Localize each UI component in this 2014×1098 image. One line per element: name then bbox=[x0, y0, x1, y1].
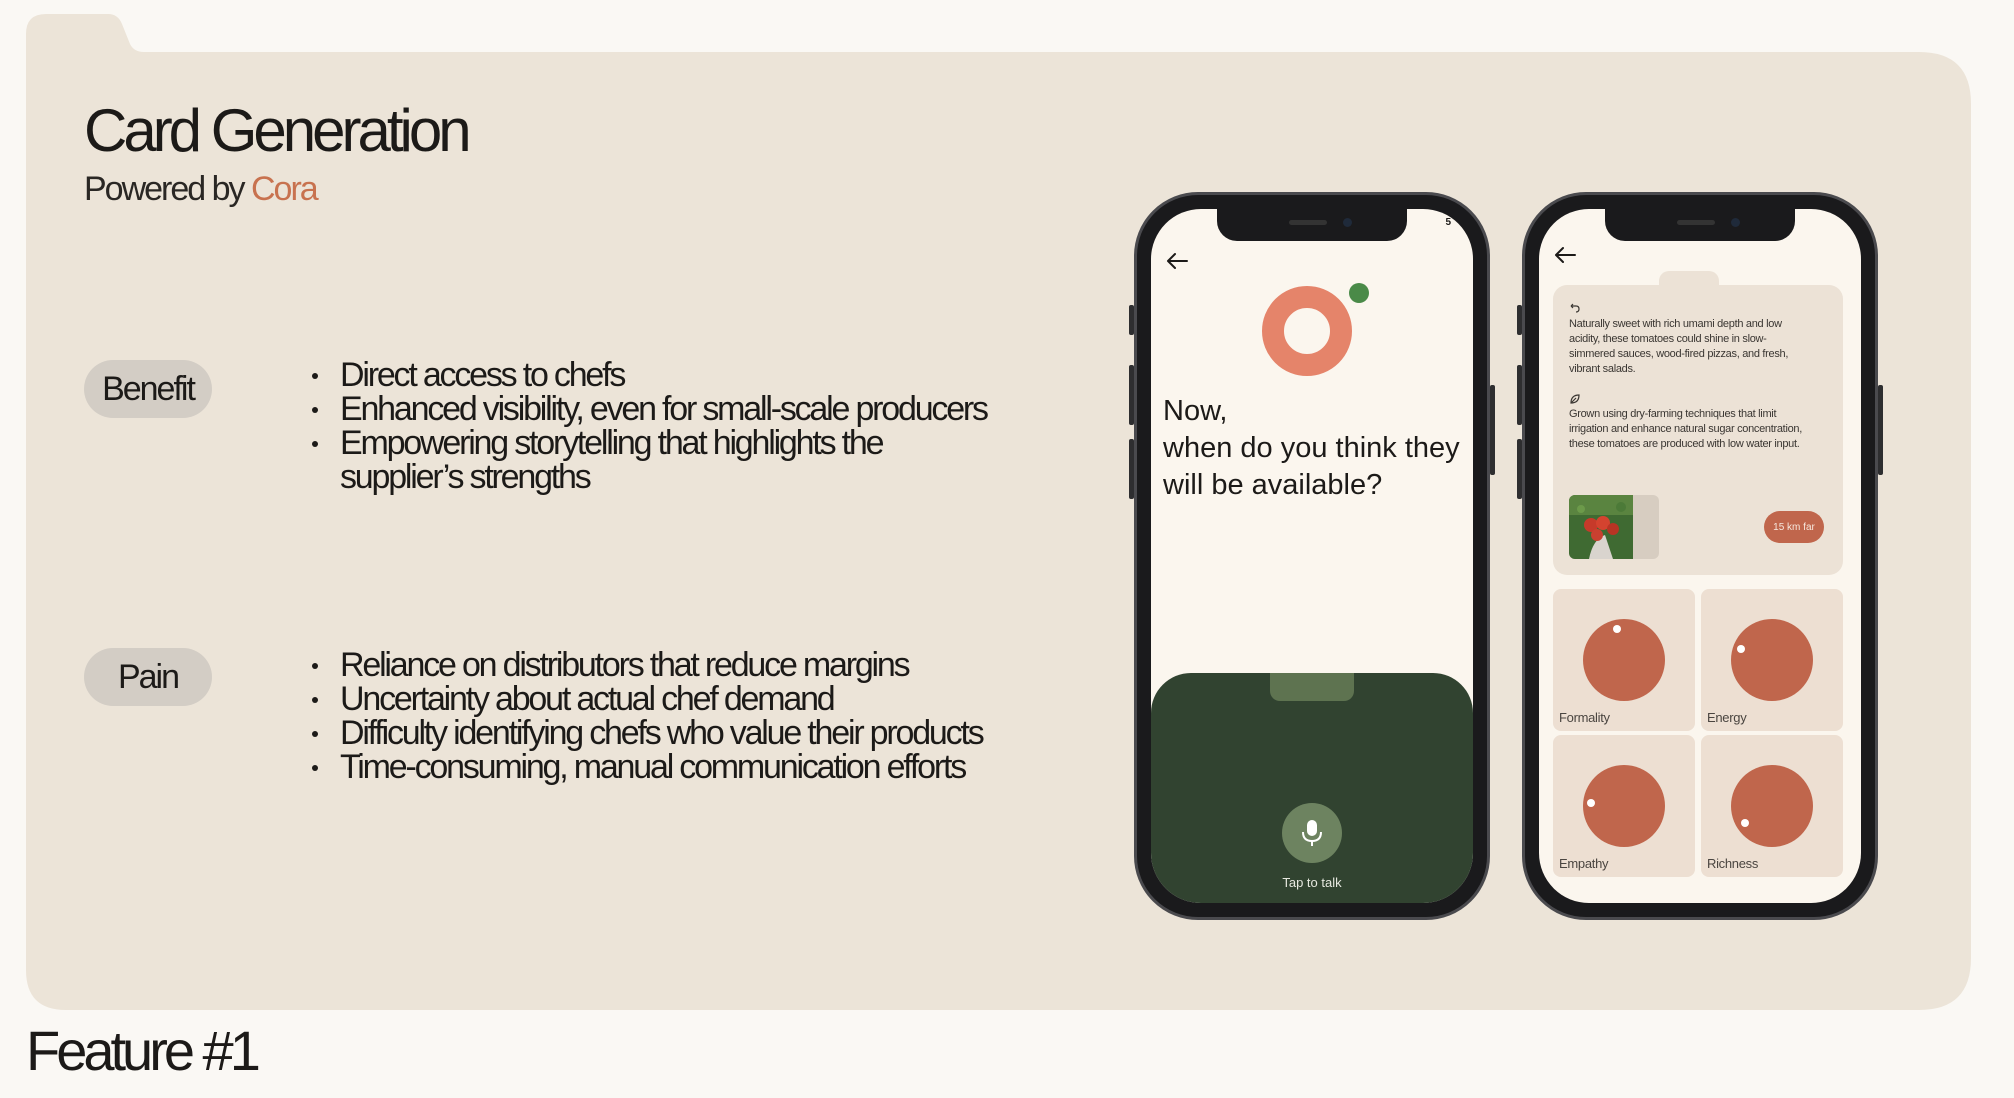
question-line: will be available? bbox=[1163, 469, 1383, 501]
trait-dial[interactable] bbox=[1731, 765, 1813, 847]
product-photo-frame bbox=[1569, 495, 1659, 559]
phone-screen: 5 Now, when do you think they will be av… bbox=[1151, 209, 1473, 903]
phone-mockup-voice: 5 Now, when do you think they will be av… bbox=[1129, 192, 1495, 920]
phone-side-button bbox=[1490, 385, 1495, 475]
trait-label: Empathy bbox=[1559, 856, 1609, 871]
trait-grid: Formality Energy Empathy Richness bbox=[1553, 589, 1843, 877]
talk-panel: Tap to talk bbox=[1151, 673, 1473, 903]
question-line: when do you think they bbox=[1163, 432, 1460, 464]
product-info-card: Naturally sweet with rich umami depth an… bbox=[1553, 285, 1843, 575]
pain-item: Reliance on distributors that reduce mar… bbox=[308, 648, 1028, 682]
pain-list: Reliance on distributors that reduce mar… bbox=[308, 648, 1028, 784]
phone-side-button bbox=[1517, 365, 1522, 425]
phone-side-button bbox=[1878, 385, 1883, 475]
phone-side-button bbox=[1129, 439, 1134, 499]
leaf-icon bbox=[1570, 394, 1580, 404]
brand-name: Cora bbox=[251, 170, 319, 208]
feature-label: Feature #1 bbox=[26, 1019, 261, 1082]
phone-screen: Naturally sweet with rich umami depth an… bbox=[1539, 209, 1861, 903]
trait-dial[interactable] bbox=[1583, 619, 1665, 701]
question-line: Now, bbox=[1163, 395, 1228, 427]
arrow-left-icon[interactable] bbox=[1165, 251, 1189, 271]
benefit-item: Direct access to chefs bbox=[308, 358, 1008, 392]
sparkle-icon bbox=[1570, 303, 1580, 313]
trait-dial[interactable] bbox=[1731, 619, 1813, 701]
microphone-icon bbox=[1302, 820, 1322, 846]
cora-logo-icon bbox=[1262, 286, 1352, 376]
phone-notch bbox=[1217, 209, 1407, 241]
phone-notch bbox=[1605, 209, 1795, 241]
product-flavor-text: Naturally sweet with rich umami depth an… bbox=[1569, 318, 1789, 375]
status-indicator: 5 bbox=[1445, 217, 1451, 228]
trait-dial[interactable] bbox=[1583, 765, 1665, 847]
phone-side-button bbox=[1517, 439, 1522, 499]
benefit-item: Empowering storytelling that highlights … bbox=[308, 426, 1008, 494]
talk-panel-handle[interactable] bbox=[1270, 673, 1354, 701]
trait-formality[interactable]: Formality bbox=[1553, 589, 1695, 731]
cora-status-dot bbox=[1349, 283, 1369, 303]
trait-label: Richness bbox=[1707, 856, 1759, 871]
benefit-pill: Benefit bbox=[84, 360, 212, 418]
phone-side-button bbox=[1129, 365, 1134, 425]
phone-side-button bbox=[1129, 305, 1134, 335]
phone-mockup-card: Naturally sweet with rich umami depth an… bbox=[1517, 192, 1883, 920]
trait-empathy[interactable]: Empathy bbox=[1553, 735, 1695, 877]
trait-label: Energy bbox=[1707, 710, 1747, 725]
subtitle-prefix: Powered by bbox=[84, 170, 251, 208]
trait-dial-knob[interactable] bbox=[1587, 799, 1595, 807]
tap-to-talk-label: Tap to talk bbox=[1282, 875, 1342, 890]
page-title: Card Generation bbox=[84, 97, 472, 164]
pain-item: Difficulty identifying chefs who value t… bbox=[308, 716, 1028, 750]
trait-dial-knob[interactable] bbox=[1737, 645, 1745, 653]
question-text: Now, when do you think they will be avai… bbox=[1163, 393, 1463, 504]
pain-pill: Pain bbox=[84, 648, 212, 706]
phone-side-button bbox=[1517, 305, 1522, 335]
mic-button[interactable] bbox=[1282, 803, 1342, 863]
trait-energy[interactable]: Energy bbox=[1701, 589, 1843, 731]
pain-item: Time-consuming, manual communication eff… bbox=[308, 750, 1028, 784]
trait-label: Formality bbox=[1559, 710, 1610, 725]
product-farming-text: Grown using dry-farming techniques that … bbox=[1569, 408, 1802, 450]
trait-richness[interactable]: Richness bbox=[1701, 735, 1843, 877]
trait-dial-knob[interactable] bbox=[1613, 625, 1621, 633]
page-subtitle: Powered by Cora bbox=[84, 170, 319, 209]
arrow-left-icon[interactable] bbox=[1553, 245, 1577, 265]
distance-badge[interactable]: 15 km far bbox=[1764, 511, 1824, 543]
benefit-list: Direct access to chefs Enhanced visibili… bbox=[308, 358, 1008, 494]
benefit-item: Enhanced visibility, even for small-scal… bbox=[308, 392, 1008, 426]
tomato-photo bbox=[1569, 495, 1633, 559]
pain-item: Uncertainty about actual chef demand bbox=[308, 682, 1028, 716]
trait-dial-knob[interactable] bbox=[1741, 819, 1749, 827]
